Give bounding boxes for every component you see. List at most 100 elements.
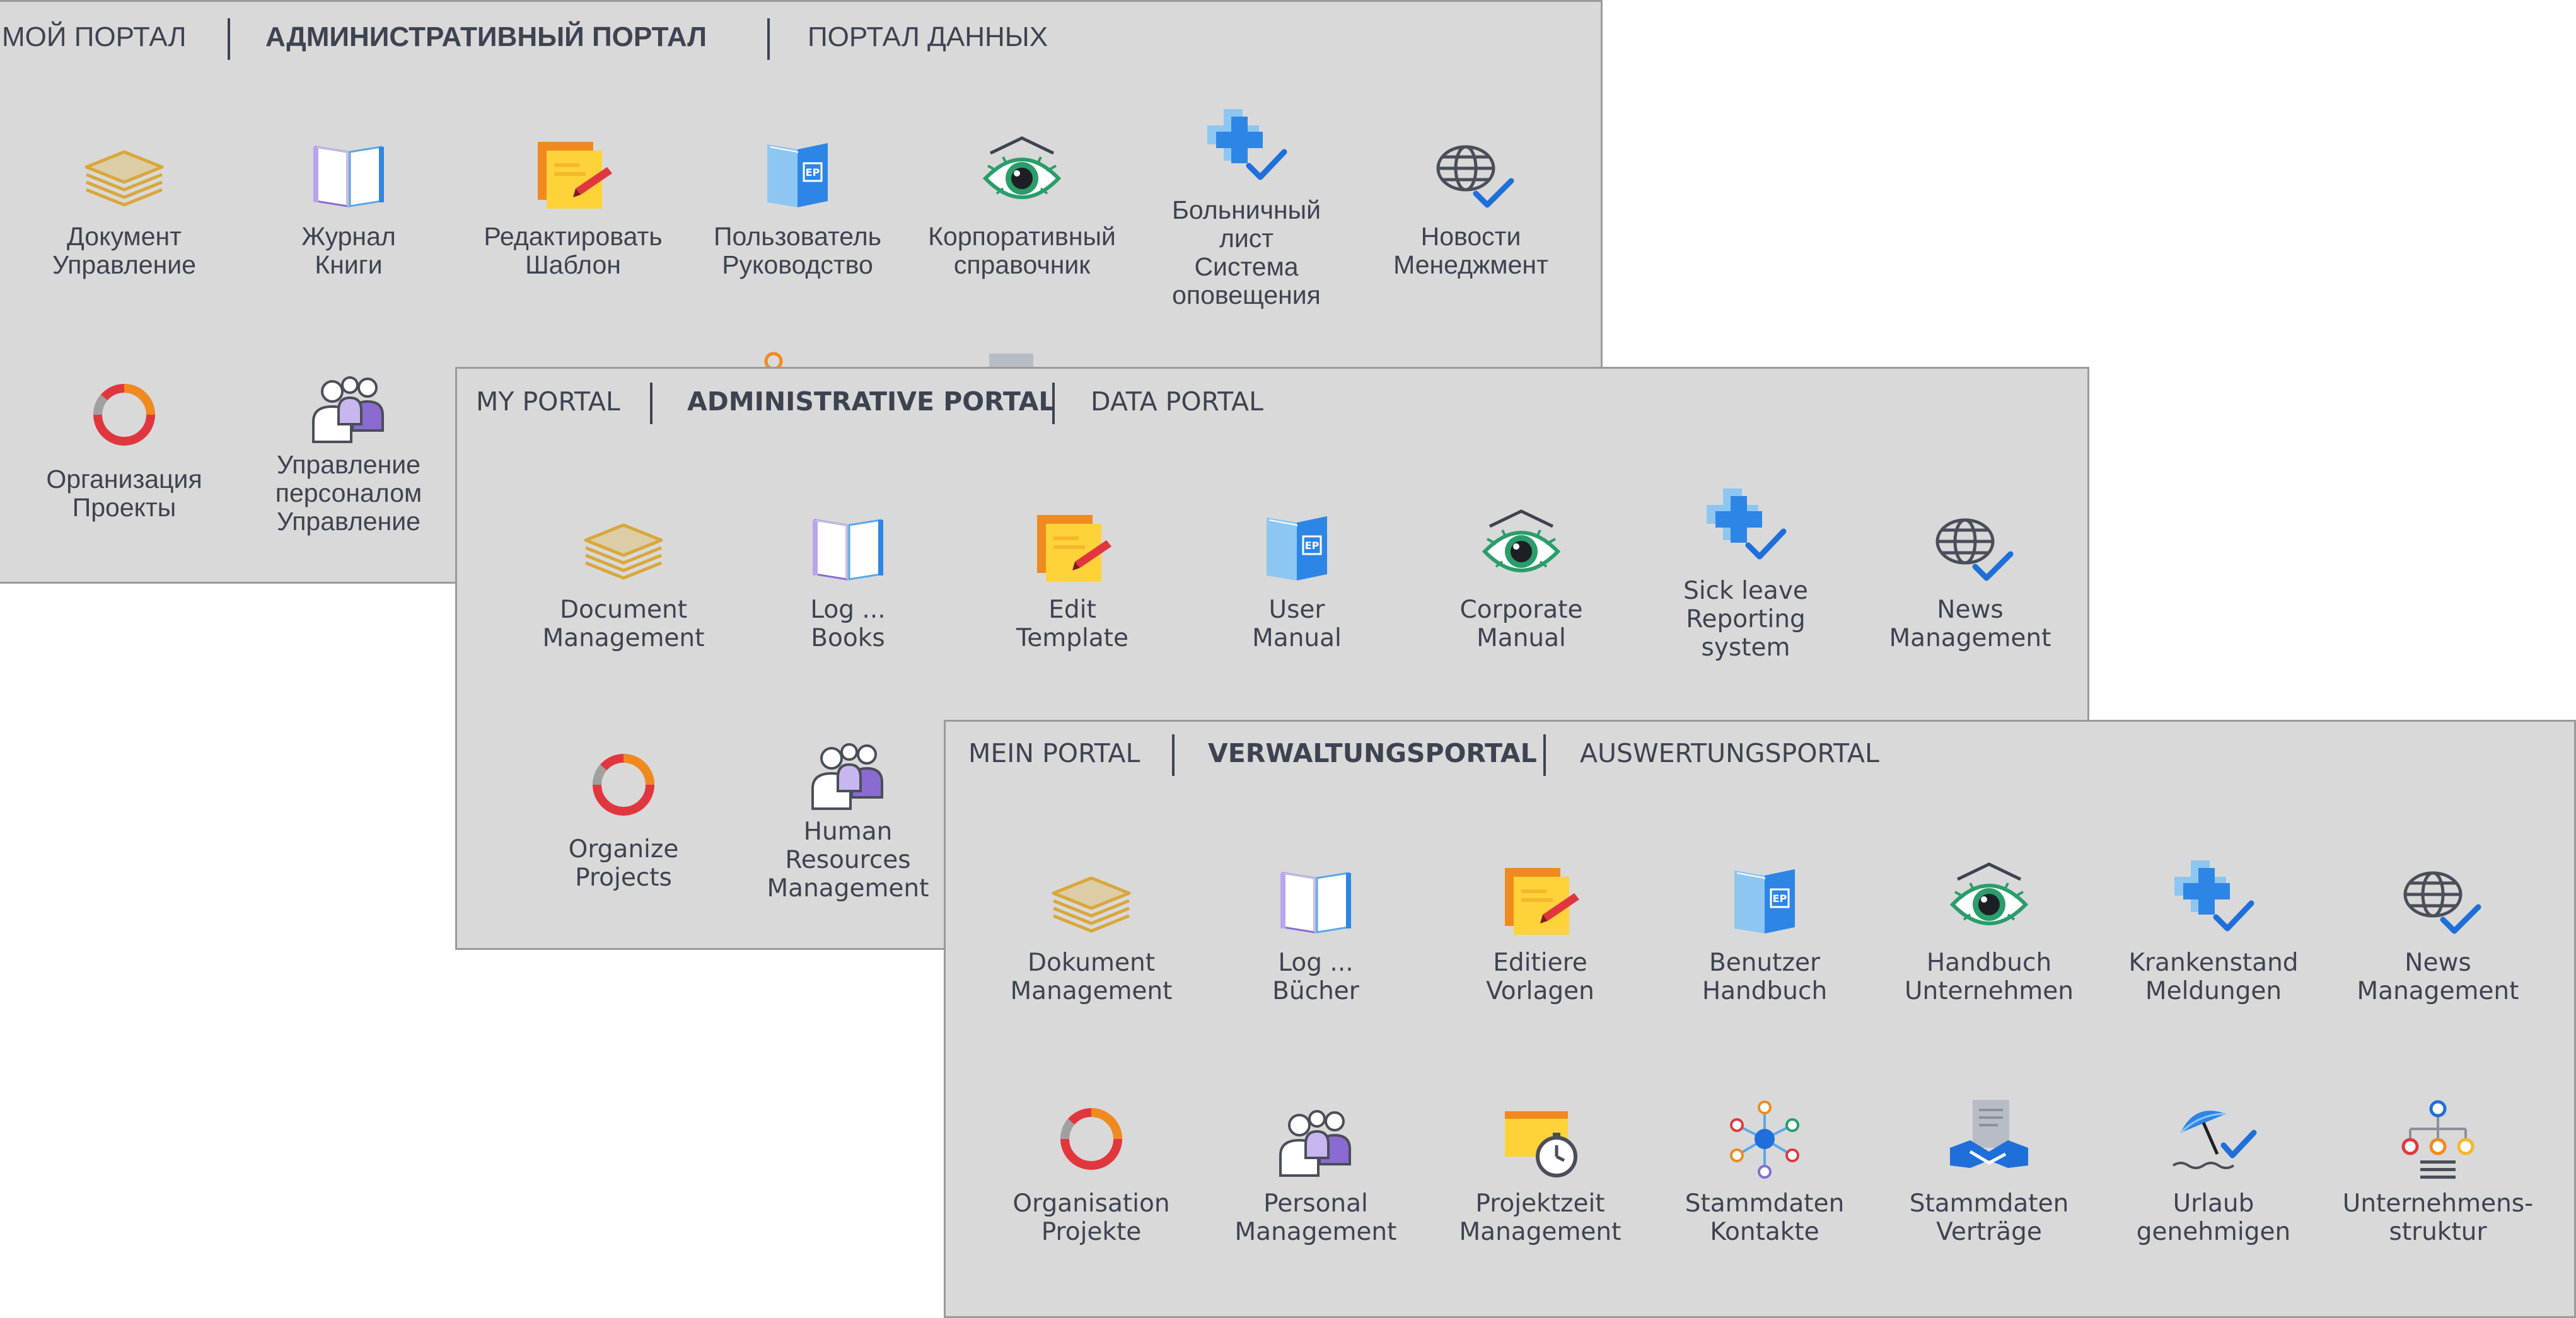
tile-news-management[interactable]: News Management [1858, 501, 2082, 715]
tile-organize-projects[interactable]: Организация Проекты [12, 371, 236, 585]
eye-icon [1477, 501, 1565, 589]
tile-human-resources[interactable]: Управление персоналом Управление [236, 361, 461, 575]
tile-label: Corporate Manual [1459, 596, 1583, 652]
tab-separator [228, 18, 230, 60]
tab-administrative-portal[interactable]: VERWALTUNGSPORTAL [1208, 734, 1537, 772]
tab-separator [1172, 734, 1175, 776]
tile-human-resources[interactable]: Human Resources Management [736, 728, 960, 942]
donut-icon [579, 741, 668, 829]
people-group-icon [804, 728, 892, 816]
manual-book-icon [1253, 501, 1341, 589]
tile-news-management[interactable]: Новости Менеджмент [1359, 128, 1583, 342]
tile-human-resources[interactable]: Personal Management [1204, 1095, 1428, 1309]
tile-label: Sick leave Reporting system [1683, 577, 1808, 662]
eye-icon [1945, 854, 2033, 942]
tile-sick-leave[interactable]: Krankenstand Meldungen [2101, 854, 2326, 1068]
tile-label: Новости Менеджмент [1393, 222, 1548, 279]
manual-book-icon [1720, 854, 1809, 942]
tile-label: News Management [1889, 596, 2051, 652]
tile-label: News Management [2357, 949, 2519, 1005]
edit-template-icon [529, 128, 617, 216]
open-book-icon [804, 501, 892, 589]
tab-data-portal[interactable]: ПОРТАЛ ДАННЫХ [808, 18, 1048, 56]
tab-my-portal[interactable]: МОЙ ПОРТАЛ [2, 18, 187, 56]
tile-label: Benutzer Handbuch [1702, 949, 1828, 1005]
people-group-icon [305, 361, 393, 449]
tab-my-portal[interactable]: MY PORTAL [476, 383, 620, 420]
tile-master-contacts[interactable]: Stammdaten Kontakte [1652, 1095, 1877, 1309]
tile-organize-projects[interactable]: Organize Projects [511, 741, 736, 955]
tile-user-manual[interactable]: User Manual [1185, 501, 1409, 715]
open-book-icon [305, 128, 393, 216]
tab-administrative-portal[interactable]: АДМИНИСТРАТИВНЫЙ ПОРТАЛ [265, 18, 707, 56]
tile-news-management[interactable]: News Management [2326, 854, 2550, 1068]
medical-cross-check-icon [2169, 854, 2258, 942]
medical-cross-check-icon [1702, 482, 1790, 570]
manual-book-icon [753, 128, 842, 216]
tile-label: Корпоративный справочник [928, 222, 1116, 279]
tile-label: Log ... Books [810, 596, 886, 652]
tile-log-books[interactable]: Журнал Книги [236, 128, 461, 342]
tab-my-portal[interactable]: MEIN PORTAL [968, 734, 1140, 772]
tile-master-contracts[interactable]: Stammdaten Verträge [1877, 1095, 2101, 1309]
document-stack-icon [1047, 854, 1135, 942]
tab-administrative-portal[interactable]: ADMINISTRATIVE PORTAL [687, 383, 1055, 420]
tile-label: Stammdaten Verträge [1909, 1189, 2069, 1246]
eye-icon [978, 128, 1066, 216]
people-group-icon [1272, 1095, 1360, 1183]
tile-approve-vacation[interactable]: Urlaub genehmigen [2101, 1095, 2326, 1309]
tile-label: User Manual [1252, 596, 1342, 652]
tile-edit-template[interactable]: Редактировать Шаблон [461, 128, 685, 342]
tab-data-portal[interactable]: DATA PORTAL [1091, 383, 1263, 420]
tile-corporate-manual[interactable]: Корпоративный справочник [910, 128, 1134, 342]
tile-company-structure[interactable]: Unternehmens- struktur [2326, 1095, 2550, 1309]
tile-label: Edit Template [1016, 596, 1128, 652]
tile-sick-leave[interactable]: Больничный лист Система оповещения [1134, 103, 1359, 317]
tile-corporate-manual[interactable]: Handbuch Unternehmen [1877, 854, 2101, 1068]
tile-sick-leave[interactable]: Sick leave Reporting system [1633, 482, 1858, 697]
tile-user-manual[interactable]: Benutzer Handbuch [1652, 854, 1877, 1068]
tile-organize-projects[interactable]: Organisation Projekte [979, 1095, 1204, 1309]
tile-label: Projektzeit Management [1459, 1189, 1622, 1246]
tile-log-books[interactable]: Log ... Bücher [1204, 854, 1428, 1068]
org-chart-icon [2394, 1095, 2482, 1183]
portal-tabs: МОЙ ПОРТАЛ АДМИНИСТРАТИВНЫЙ ПОРТАЛ ПОРТА… [0, 18, 1601, 60]
tile-edit-template[interactable]: Editiere Vorlagen [1428, 854, 1652, 1068]
portal-tabs: MEIN PORTAL VERWALTUNGSPORTAL AUSWERTUNG… [946, 734, 2574, 776]
tile-label: Log ... Bücher [1272, 949, 1359, 1005]
tile-project-time[interactable]: Projektzeit Management [1428, 1095, 1652, 1309]
tile-label: Журнал Книги [301, 222, 396, 279]
tile-label: Пользователь Руководство [713, 222, 882, 279]
umbrella-check-icon [2169, 1095, 2258, 1183]
tile-label: Unternehmens- struktur [2342, 1189, 2534, 1246]
donut-icon [80, 371, 168, 459]
tab-data-portal[interactable]: AUSWERTUNGSPORTAL [1580, 734, 1879, 772]
tile-label: Редактировать Шаблон [484, 222, 663, 279]
document-stack-icon [579, 501, 668, 589]
tile-label: Organize Projects [568, 835, 679, 892]
tile-label: Document Management [542, 596, 705, 652]
tile-label: Stammdaten Kontakte [1685, 1189, 1845, 1246]
network-contacts-icon [1720, 1095, 1809, 1183]
tile-log-books[interactable]: Log ... Books [736, 501, 960, 715]
tile-label: Human Resources Management [767, 818, 929, 903]
tile-edit-template[interactable]: Edit Template [960, 501, 1185, 715]
tile-label: Personal Management [1234, 1189, 1397, 1246]
tile-document-management[interactable]: Документ Управление [12, 128, 236, 342]
donut-icon [1047, 1095, 1135, 1183]
portal-tabs: MY PORTAL ADMINISTRATIVE PORTAL DATA POR… [457, 383, 2087, 424]
tile-label: Organisation Projekte [1012, 1189, 1170, 1246]
tile-document-management[interactable]: Dokument Management [979, 854, 1204, 1068]
tile-user-manual[interactable]: Пользователь Руководство [685, 128, 910, 342]
tile-corporate-manual[interactable]: Corporate Manual [1409, 501, 1633, 715]
tile-document-management[interactable]: Document Management [511, 501, 736, 715]
tile-label: Urlaub genehmigen [2136, 1189, 2291, 1246]
tile-label: Документ Управление [52, 222, 196, 279]
edit-template-icon [1496, 854, 1584, 942]
tab-separator [1543, 734, 1546, 776]
folder-stopwatch-icon [1496, 1095, 1584, 1183]
tile-label: Handbuch Unternehmen [1904, 949, 2074, 1005]
open-book-icon [1272, 854, 1360, 942]
tab-separator [650, 383, 653, 424]
tile-label: Организация Проекты [46, 465, 202, 522]
